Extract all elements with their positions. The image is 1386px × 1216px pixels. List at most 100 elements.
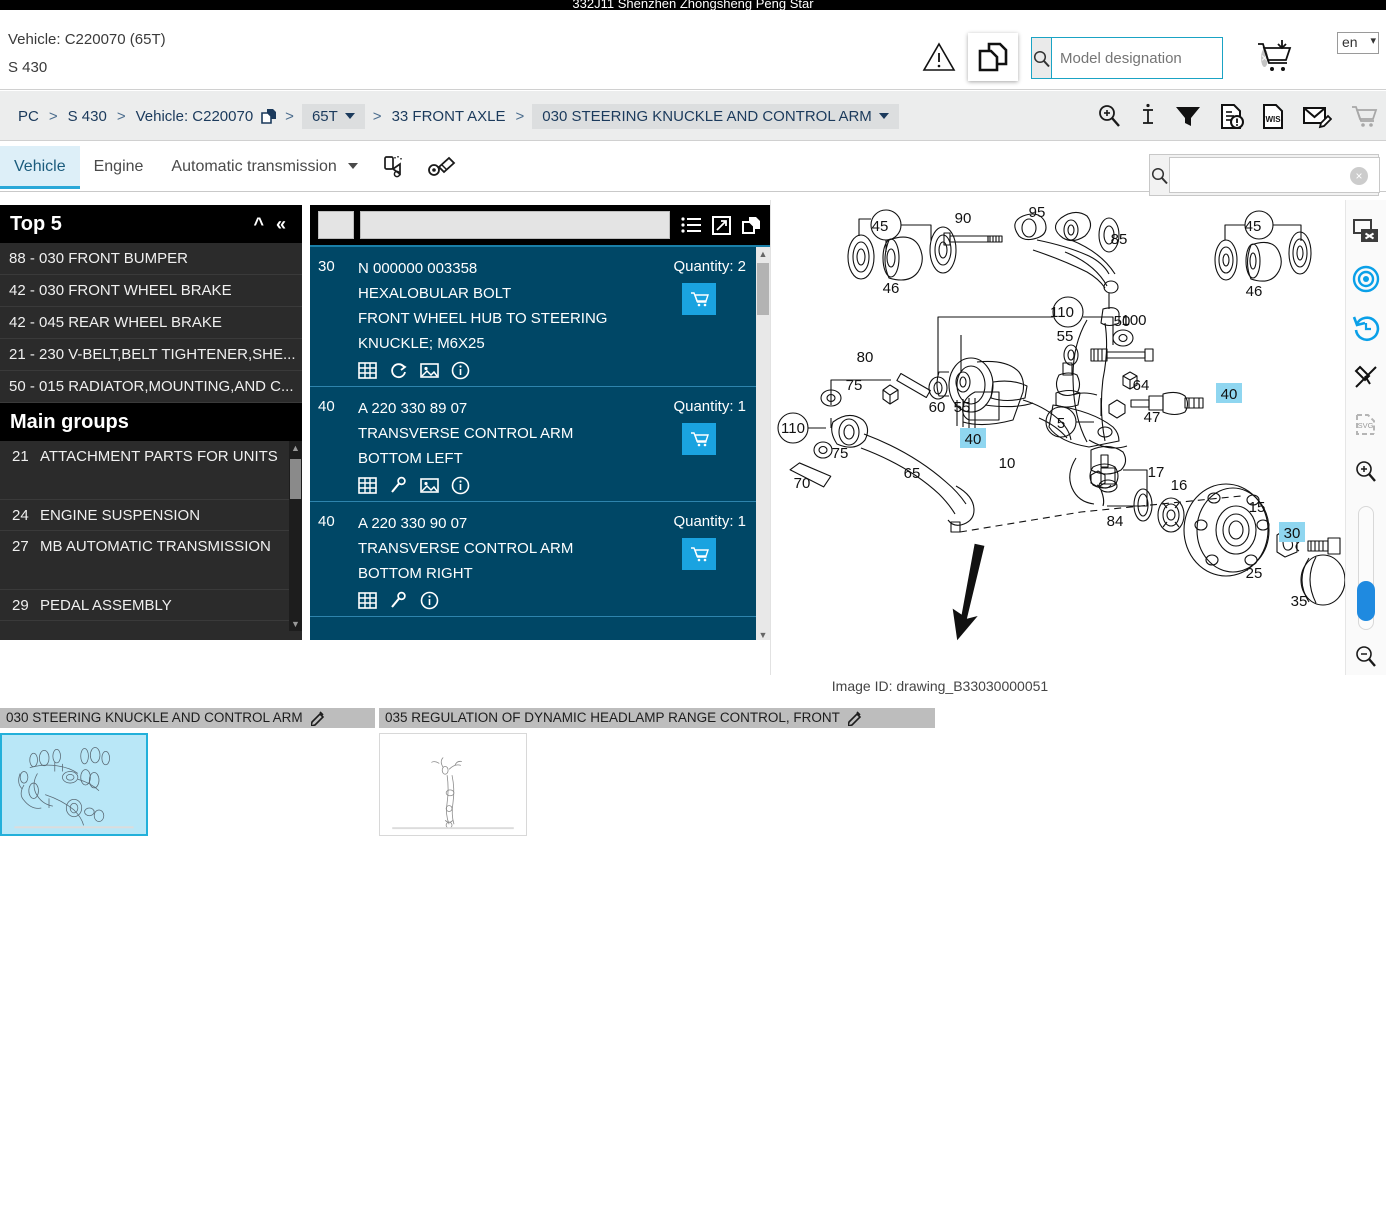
- zoom-in-icon[interactable]: [1096, 103, 1122, 129]
- tab-vehicle[interactable]: Vehicle: [0, 145, 80, 189]
- top5-item-4[interactable]: 50 - 015 RADIATOR,MOUNTING,AND C...: [0, 371, 302, 403]
- callout-95: 95: [1029, 204, 1046, 221]
- wis-document-icon[interactable]: WIS: [1262, 103, 1284, 130]
- main-groups-scrollbar[interactable]: ▲ ▼: [289, 441, 302, 631]
- zoom-slider[interactable]: [1357, 506, 1375, 630]
- table-row[interactable]: 30 N 000000 003358 HEXALOBULAR BOLT FRON…: [310, 247, 770, 387]
- scroll-up-icon[interactable]: ▲: [756, 247, 770, 261]
- close-window-icon[interactable]: [1353, 218, 1379, 249]
- parts-list-scrollbar[interactable]: ▲ ▼: [756, 247, 770, 640]
- parts-search-input[interactable]: [1169, 157, 1380, 193]
- copy-documents-icon[interactable]: [968, 33, 1018, 81]
- info-circle-icon[interactable]: [451, 361, 470, 380]
- part-position: 40: [318, 513, 335, 530]
- info-circle-icon[interactable]: [451, 476, 470, 495]
- document-alert-icon[interactable]: [1220, 103, 1244, 130]
- top5-item-3[interactable]: 21 - 230 V-BELT,BELT TIGHTENER,SHE...: [0, 339, 302, 371]
- scroll-down-icon[interactable]: ▼: [756, 628, 770, 640]
- tab-automatic-transmission[interactable]: Automatic transmission: [157, 146, 372, 189]
- breadcrumb-item-subgroup[interactable]: 030 STEERING KNUCKLE AND CONTROL ARM: [532, 103, 899, 129]
- top5-item-0[interactable]: 88 - 030 FRONT BUMPER: [0, 243, 302, 275]
- zoom-in-icon[interactable]: [1353, 459, 1379, 490]
- info-icon[interactable]: [1140, 103, 1156, 129]
- history-undo-icon[interactable]: [1352, 314, 1380, 347]
- scrollbar-thumb[interactable]: [757, 263, 769, 315]
- model-designation-input[interactable]: [1052, 38, 1261, 78]
- main-group-item-21[interactable]: 21 ATTACHMENT PARTS FOR UNITS: [0, 441, 302, 500]
- parts-filter-field[interactable]: [360, 211, 670, 239]
- thumbnail-card-035[interactable]: [379, 733, 527, 836]
- scrollbar-thumb[interactable]: [290, 459, 301, 499]
- filter-icon[interactable]: [1174, 103, 1202, 129]
- breadcrumb-separator: >: [285, 107, 294, 125]
- callout-84: 84: [1107, 513, 1124, 530]
- assembly-tool-icon[interactable]: [418, 147, 464, 187]
- top5-item-2[interactable]: 42 - 045 REAR WHEEL BRAKE: [0, 307, 302, 339]
- table-row[interactable]: 40 A 220 330 90 07 TRANSVERSE CONTROL AR…: [310, 502, 770, 617]
- clear-icon[interactable]: ×: [1350, 167, 1368, 185]
- thumbnail-group-header[interactable]: 030 STEERING KNUCKLE AND CONTROL ARM: [0, 708, 375, 728]
- shopping-cart-icon[interactable]: [1350, 103, 1378, 129]
- info-circle-icon[interactable]: [420, 591, 439, 610]
- wrench-icon[interactable]: [389, 591, 408, 610]
- image-icon[interactable]: [420, 361, 439, 380]
- breadcrumb-item-vehicle[interactable]: Vehicle: C220070: [134, 108, 256, 125]
- expand-icon[interactable]: [712, 215, 731, 235]
- add-part-to-cart-button[interactable]: [682, 538, 716, 570]
- breadcrumb-item-pc[interactable]: PC: [16, 108, 41, 125]
- breadcrumb-item-model[interactable]: S 430: [66, 108, 109, 125]
- parts-filter-small-field[interactable]: [318, 211, 354, 239]
- thumbnail-card-030[interactable]: [0, 733, 148, 836]
- edit-icon[interactable]: [847, 710, 863, 726]
- edit-icon[interactable]: [310, 710, 326, 726]
- double-chevron-left-icon[interactable]: «: [270, 214, 292, 235]
- zoom-out-icon[interactable]: [1353, 644, 1379, 675]
- table-icon[interactable]: [358, 361, 377, 380]
- breadcrumb-item-group[interactable]: 33 FRONT AXLE: [390, 108, 508, 125]
- main-group-item-30[interactable]: 30 CONTROL: [0, 621, 302, 631]
- main-group-item-27[interactable]: 27 MB AUTOMATIC TRANSMISSION: [0, 531, 302, 590]
- main-group-label: MB AUTOMATIC TRANSMISSION: [40, 538, 271, 555]
- drawing-toolbar: SVG: [1345, 200, 1386, 675]
- language-selector[interactable]: en ▾: [1337, 32, 1379, 54]
- unpin-icon[interactable]: [1352, 363, 1380, 396]
- parts-search-box[interactable]: ×: [1149, 154, 1380, 196]
- main-group-item-24[interactable]: 24 ENGINE SUSPENSION: [0, 500, 302, 531]
- duplicate-icon[interactable]: [742, 215, 762, 235]
- copy-icon[interactable]: [261, 108, 277, 125]
- technical-drawing[interactable]: 45 46 90 95 85 45 46 110 55 50 100 60 55…: [771, 200, 1346, 670]
- model-designation-search[interactable]: ×: [1031, 37, 1269, 79]
- wrench-icon[interactable]: [389, 476, 408, 495]
- breadcrumb-item-variant[interactable]: 65T: [301, 103, 365, 129]
- mail-edit-icon[interactable]: [1302, 103, 1332, 129]
- svg-export-icon[interactable]: SVG: [1353, 412, 1379, 443]
- callout-80: 80: [857, 349, 874, 366]
- table-row[interactable]: 40 A 220 330 89 07 TRANSVERSE CONTROL AR…: [310, 387, 770, 502]
- vehicle-model-text: S 430: [8, 59, 48, 76]
- main-group-item-29[interactable]: 29 PEDAL ASSEMBLY: [0, 590, 302, 621]
- search-icon[interactable]: [1150, 155, 1169, 195]
- target-icon[interactable]: [1352, 265, 1380, 298]
- table-icon[interactable]: [358, 476, 377, 495]
- tab-engine[interactable]: Engine: [80, 146, 158, 189]
- scroll-down-icon[interactable]: ▼: [289, 617, 302, 631]
- main-group-number: 24: [12, 507, 29, 524]
- svg-text:40: 40: [1221, 386, 1238, 403]
- warning-triangle-icon[interactable]: [922, 42, 956, 72]
- list-view-icon[interactable]: [681, 216, 701, 234]
- image-icon[interactable]: [420, 476, 439, 495]
- scroll-up-icon[interactable]: ▲: [289, 441, 302, 455]
- add-part-to-cart-button[interactable]: [682, 423, 716, 455]
- search-icon[interactable]: [1032, 38, 1052, 78]
- breadcrumb-separator: >: [48, 107, 58, 125]
- paint-spray-icon[interactable]: [372, 147, 418, 187]
- part-position: 40: [318, 398, 335, 415]
- thumbnail-group-header[interactable]: 035 REGULATION OF DYNAMIC HEADLAMP RANGE…: [379, 708, 935, 728]
- top5-item-1[interactable]: 42 - 030 FRONT WHEEL BRAKE: [0, 275, 302, 307]
- table-icon[interactable]: [358, 591, 377, 610]
- refresh-icon[interactable]: [389, 361, 408, 380]
- zoom-slider-handle[interactable]: [1357, 581, 1375, 621]
- add-to-cart-icon[interactable]: [1255, 38, 1295, 76]
- add-part-to-cart-button[interactable]: [682, 283, 716, 315]
- chevron-up-icon[interactable]: ^: [247, 214, 270, 235]
